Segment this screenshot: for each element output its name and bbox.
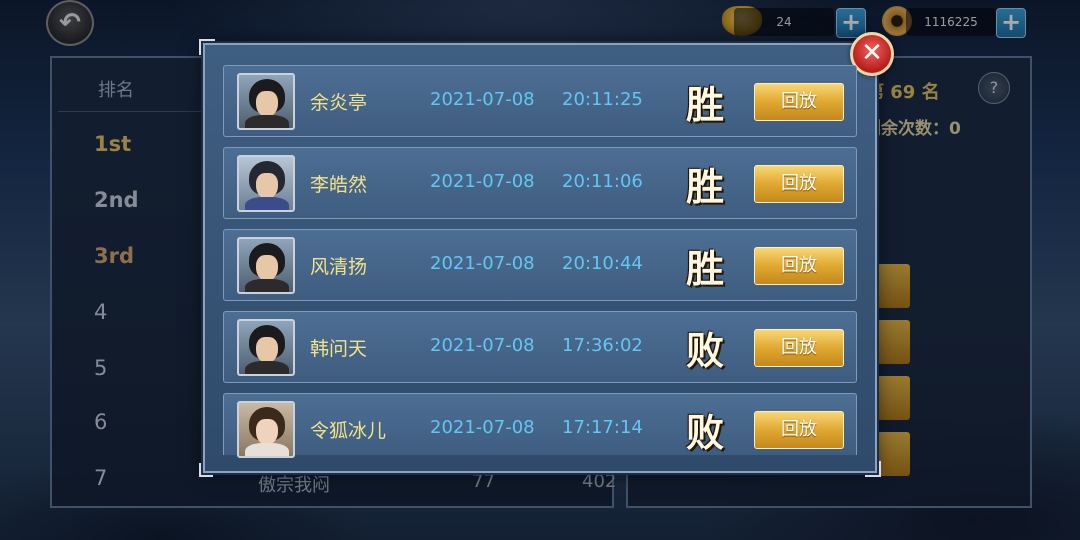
- battle-result: 败: [686, 410, 725, 455]
- opponent-name: 令狐冰儿: [310, 420, 387, 442]
- battle-record-row: 余炎亭 2021-07-08 20:11:25 胜 回放: [223, 65, 857, 137]
- battle-date: 2021-07-08: [430, 417, 535, 438]
- opponent-avatar: [237, 319, 295, 376]
- battle-date: 2021-07-08: [430, 171, 535, 192]
- battle-time: 20:11:06: [562, 171, 643, 192]
- replay-button[interactable]: 回放: [754, 329, 844, 367]
- battle-result: 胜: [686, 164, 725, 209]
- battle-result: 胜: [686, 82, 725, 127]
- replay-button[interactable]: 回放: [754, 411, 844, 449]
- opponent-name: 韩问天: [310, 338, 368, 360]
- battle-time: 17:17:14: [562, 417, 643, 438]
- close-icon: ✕: [861, 38, 883, 68]
- opponent-avatar: [237, 73, 295, 130]
- battle-result: 胜: [686, 246, 725, 291]
- battle-time: 20:10:44: [562, 253, 643, 274]
- battle-date: 2021-07-08: [430, 335, 535, 356]
- battle-time: 17:36:02: [562, 335, 643, 356]
- battle-record-row: 风清扬 2021-07-08 20:10:44 胜 回放: [223, 229, 857, 301]
- battle-date: 2021-07-08: [430, 89, 535, 110]
- replay-button[interactable]: 回放: [754, 247, 844, 285]
- battle-time: 20:11:25: [562, 89, 643, 110]
- replay-button[interactable]: 回放: [754, 83, 844, 121]
- opponent-avatar: [237, 237, 295, 294]
- opponent-avatar: [237, 401, 295, 458]
- battle-record-row: 李皓然 2021-07-08 20:11:06 胜 回放: [223, 147, 857, 219]
- battle-date: 2021-07-08: [430, 253, 535, 274]
- battle-result: 败: [686, 328, 725, 373]
- opponent-name: 李皓然: [310, 174, 368, 196]
- replay-button[interactable]: 回放: [754, 165, 844, 203]
- opponent-name: 风清扬: [310, 256, 368, 278]
- opponent-name: 余炎亭: [310, 92, 368, 114]
- frame-corner: [199, 463, 213, 477]
- opponent-avatar: [237, 155, 295, 212]
- battle-record-row: 韩问天 2021-07-08 17:36:02 败 回放: [223, 311, 857, 383]
- battle-record-row: 令狐冰儿 2021-07-08 17:17:14 败 回放: [223, 393, 857, 458]
